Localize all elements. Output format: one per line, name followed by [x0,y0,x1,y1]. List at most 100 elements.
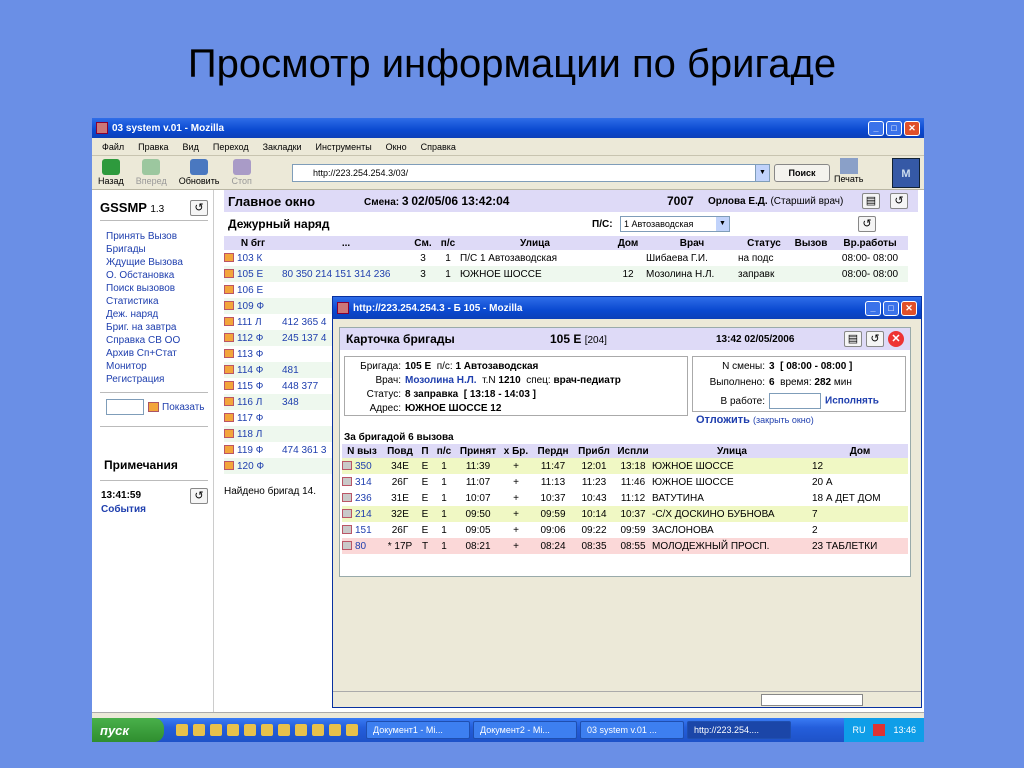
table-row[interactable]: 151 26Г Е 1 09:05 +09:06 09:22 09:59 ЗАСЛОНОВА 2 [342,522,908,538]
col-header[interactable]: ... [282,236,410,250]
nav-item[interactable]: О. Обстановка [106,269,183,282]
close-button[interactable]: ✕ [904,120,920,136]
col-header[interactable]: Дом [812,444,908,458]
quicklaunch-icon[interactable] [261,724,273,736]
call-link[interactable]: 314 [355,477,372,488]
nav-item[interactable]: Бригады [106,243,183,256]
col-header[interactable]: Вызов [790,236,832,250]
quicklaunch-icon[interactable] [244,724,256,736]
document-icon[interactable] [224,429,234,439]
brigade-link[interactable]: 105 Е [237,269,263,280]
quicklaunch-icon[interactable] [176,724,188,736]
table-row[interactable]: 105 Е 80 350 214 151 314 236 3 1 ЮЖНОЕ ШОССЕ… [224,266,908,282]
refresh-icon[interactable]: ↺ [858,216,876,232]
call-link[interactable]: 80 [355,541,366,552]
document-icon[interactable] [224,333,234,343]
nav-item[interactable]: Поиск вызовов [106,282,183,295]
browser-titlebar[interactable]: 03 system v.01 - Mozilla _ □ ✕ [92,118,924,138]
brigade-link[interactable]: 119 Ф [237,445,263,456]
quicklaunch-icon[interactable] [312,724,324,736]
quicklaunch-icon[interactable] [210,724,222,736]
events-link[interactable]: События [101,504,146,515]
brigade-link[interactable]: 117 Ф [237,413,263,424]
brigade-link[interactable]: 112 Ф [237,333,263,344]
nav-item[interactable]: Регистрация [106,373,183,386]
col-header[interactable]: Врач [646,236,738,250]
refresh-icon[interactable]: ↺ [866,331,884,347]
start-button[interactable]: пуск [92,718,164,742]
document-icon[interactable] [342,461,352,471]
refresh-icon[interactable]: ↺ [190,488,208,504]
col-header[interactable]: Повд [382,444,418,458]
refresh-icon[interactable]: ↺ [190,200,208,216]
document-icon[interactable] [224,253,234,263]
document-icon[interactable] [342,541,352,551]
call-link[interactable]: 214 [355,509,372,520]
document-icon[interactable] [224,445,234,455]
nav-item[interactable]: Справка СВ ОО [106,334,183,347]
maximize-button[interactable]: □ [886,120,902,136]
brigade-link[interactable]: 113 Ф [237,349,263,360]
menu-edit[interactable]: Правка [138,142,168,152]
document-icon[interactable] [224,269,234,279]
print-icon[interactable]: ▤ [862,193,880,209]
quicklaunch-icon[interactable] [346,724,358,736]
col-header[interactable]: х Бр. [500,444,532,458]
forward-button[interactable]: Вперед [136,159,167,186]
call-link[interactable]: 151 [355,525,372,536]
col-header[interactable]: N бrг [224,236,282,250]
ps-select[interactable]: 1 Автозаводская ▼ [620,216,730,232]
brigade-link[interactable]: 115 Ф [237,381,263,392]
quicklaunch-icon[interactable] [193,724,205,736]
chevron-down-icon[interactable]: ▼ [716,217,729,231]
brigade-link[interactable]: 114 Ф [237,365,263,376]
col-header[interactable]: Испли [614,444,652,458]
work-input[interactable] [769,393,821,409]
col-header[interactable]: Улица [652,444,812,458]
quicklaunch-icon[interactable] [278,724,290,736]
col-header[interactable]: Вр.работы [832,236,908,250]
search-button[interactable]: Поиск [774,164,830,182]
brigade-link[interactable]: 118 Л [237,429,262,440]
minimize-button[interactable]: _ [865,300,881,316]
popup-titlebar[interactable]: http://223.254.254.3 - Б 105 - Mozilla _… [333,297,921,319]
show-link[interactable]: Показать [162,402,205,413]
col-header[interactable]: Пердн [532,444,574,458]
table-row[interactable]: 314 26Г Е 1 11:07 +11:13 11:23 11:46 ЮЖНОЕ ШОССЕ… [342,474,908,490]
menu-file[interactable]: Файл [102,142,124,152]
col-header[interactable]: п/с [432,444,456,458]
document-icon[interactable] [224,397,234,407]
menu-tools[interactable]: Инструменты [316,142,372,152]
menu-view[interactable]: Вид [183,142,199,152]
document-icon[interactable] [224,301,234,311]
print-button[interactable]: Печать [834,158,863,184]
address-bar[interactable]: http://223.254.254.3/03/ ▼ [292,164,770,182]
col-header[interactable]: Улица [460,236,610,250]
reload-button[interactable]: Обновить [179,159,220,186]
print-icon[interactable]: ▤ [844,331,862,347]
maximize-button[interactable]: □ [883,300,899,316]
task-document2[interactable]: Документ2 - Mi... [473,721,577,739]
document-icon[interactable] [342,525,352,535]
nav-item[interactable]: Архив Сп+Стат [106,347,183,360]
document-icon[interactable] [224,285,234,295]
document-icon[interactable] [224,365,234,375]
menu-help[interactable]: Справка [421,142,456,152]
col-header[interactable]: П [418,444,432,458]
minimize-button[interactable]: _ [868,120,884,136]
close-button[interactable]: ✕ [901,300,917,316]
close-icon[interactable]: ✕ [888,331,904,347]
col-header[interactable]: Статус [738,236,790,250]
menu-go[interactable]: Переход [213,142,249,152]
task-03system[interactable]: 03 system v.01 ... [580,721,684,739]
execute-link[interactable]: Исполнять [825,396,879,407]
col-header[interactable]: Прибл [574,444,614,458]
brigade-number-input[interactable] [106,399,144,415]
brigade-link[interactable]: 103 К [237,253,262,264]
call-link[interactable]: 350 [355,461,372,472]
col-header[interactable]: N выз [342,444,382,458]
brigade-link[interactable]: 109 Ф [237,301,264,312]
quicklaunch-icon[interactable] [295,724,307,736]
brigade-link[interactable]: 116 Л [237,397,262,408]
quicklaunch-icon[interactable] [329,724,341,736]
